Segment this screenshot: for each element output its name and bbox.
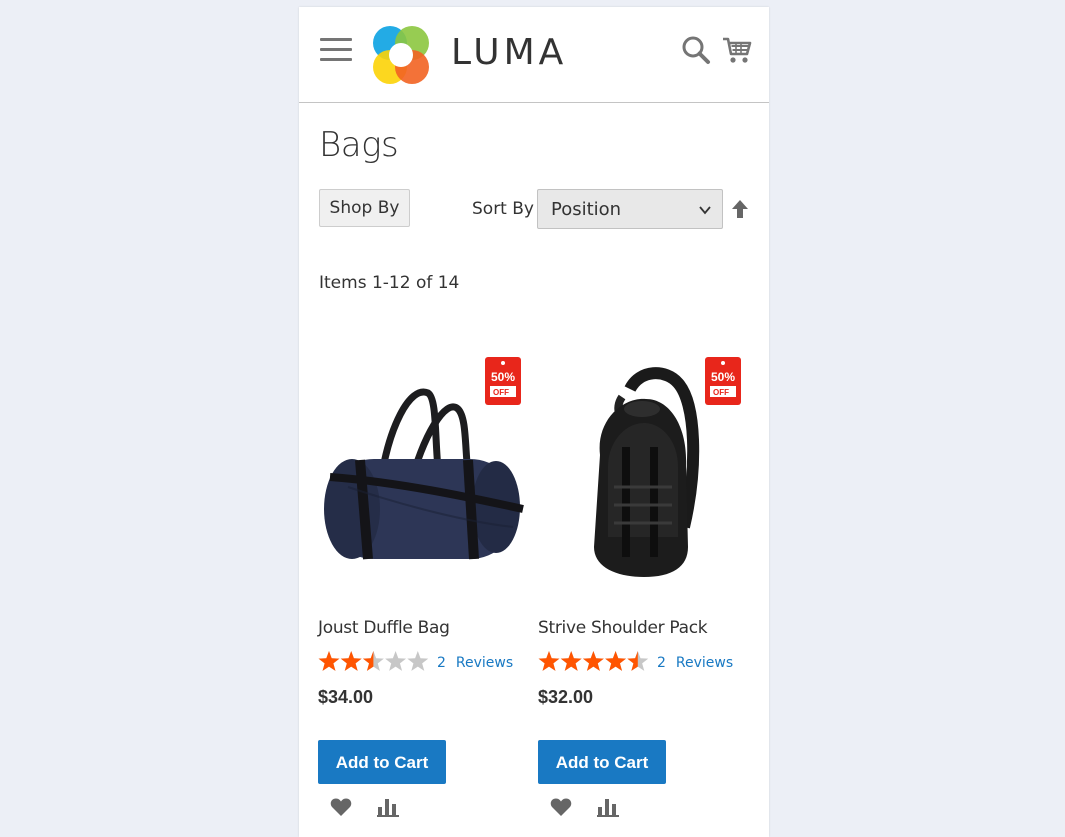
sale-badge: 50% OFF [705,357,741,405]
brand-name[interactable]: LUMA [451,32,567,73]
star-icon [407,651,429,671]
rating-stars [538,651,649,671]
mobile-viewport: LUMA Bags Shop By Sort By Position Items… [299,7,769,837]
badge-off: OFF [713,388,729,397]
sort-direction-arrow-icon[interactable] [731,199,749,219]
page-title: Bags [319,125,399,165]
add-to-cart-button[interactable]: Add to Cart [538,740,666,784]
heart-icon[interactable] [330,797,352,817]
sort-by-value: Position [551,199,622,220]
product-name[interactable]: Joust Duffle Bag [318,618,450,638]
heart-icon[interactable] [550,797,572,817]
star-filled-icon [560,651,582,671]
menu-icon[interactable] [320,38,352,64]
items-count: Items 1-12 of 14 [319,273,460,293]
badge-off: OFF [493,388,509,397]
rating-stars [318,651,429,671]
star-filled-icon [582,651,604,671]
shop-by-label: Shop By [329,198,400,218]
reviews-link[interactable]: 2 Reviews [657,655,733,671]
badge-percent: 50% [491,370,515,384]
star-filled-icon [318,651,340,671]
cart-icon[interactable] [722,35,752,65]
sort-by-label: Sort By [472,199,534,219]
luma-logo[interactable] [369,23,433,87]
review-count: 2 [437,655,446,671]
star-filled-icon [605,651,627,671]
reviews-link[interactable]: 2 Reviews [437,655,513,671]
compare-icon[interactable] [597,797,619,817]
review-label: Reviews [675,655,734,671]
search-icon[interactable] [681,35,711,65]
review-label: Reviews [455,655,514,671]
sort-by-select[interactable]: Position [537,189,723,229]
add-to-cart-button[interactable]: Add to Cart [318,740,446,784]
star-filled-icon [340,651,362,671]
compare-icon[interactable] [377,797,399,817]
product-price: $34.00 [318,687,374,707]
product-price: $32.00 [538,687,594,707]
badge-percent: 50% [711,370,735,384]
site-header: LUMA [299,7,769,103]
star-filled-icon [538,651,560,671]
star-icon [385,651,407,671]
sale-badge: 50% OFF [485,357,521,405]
shop-by-button[interactable]: Shop By [319,189,410,227]
chevron-down-icon [699,206,711,215]
review-count: 2 [657,655,666,671]
product-name[interactable]: Strive Shoulder Pack [538,618,708,638]
